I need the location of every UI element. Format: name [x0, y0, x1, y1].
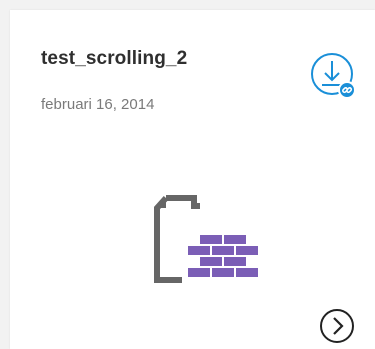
asset-card[interactable]: test_scrolling_2 februari 16, 2014 — [10, 10, 375, 349]
open-asset-button[interactable] — [319, 308, 355, 344]
shared-asset-file-icon — [154, 195, 258, 283]
chevron-right-circle-icon — [320, 309, 354, 343]
asset-title[interactable]: test_scrolling_2 — [41, 48, 187, 70]
download-link-button[interactable] — [310, 50, 360, 108]
asset-date: februari 16, 2014 — [41, 96, 155, 113]
download-link-icon — [311, 53, 356, 99]
asset-thumbnail[interactable] — [148, 192, 268, 302]
